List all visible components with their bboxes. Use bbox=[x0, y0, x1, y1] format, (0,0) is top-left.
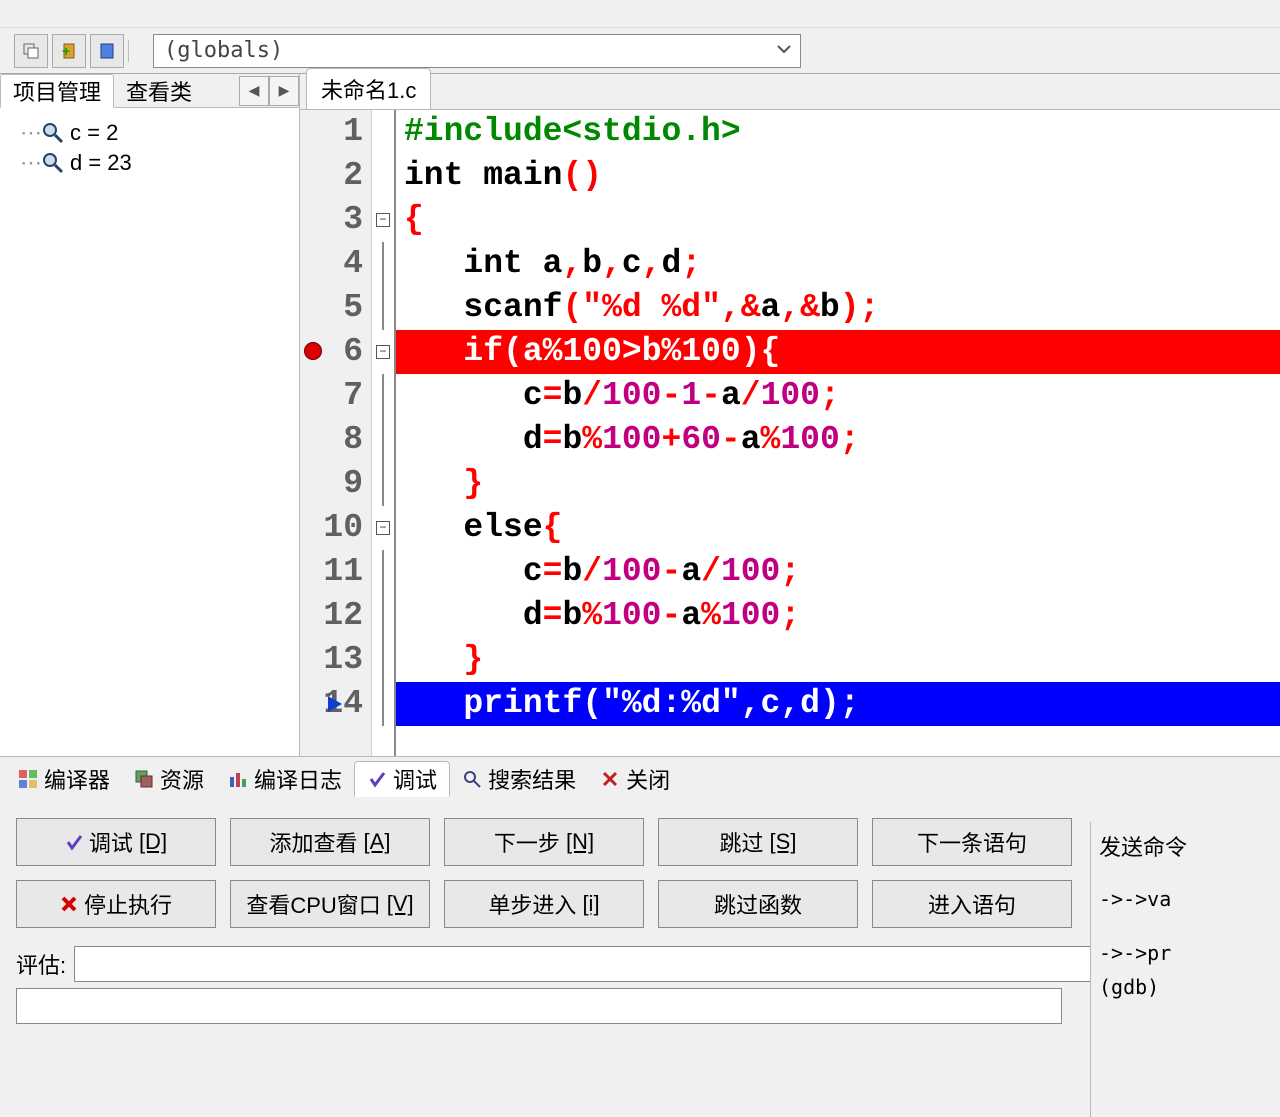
toolbar-button-2[interactable]: + bbox=[52, 34, 86, 68]
code-line[interactable]: int a,b,c,d; bbox=[396, 242, 1280, 286]
tab-resources[interactable]: 资源 bbox=[122, 761, 216, 797]
code-line[interactable]: if(a%100>b%100){ bbox=[396, 330, 1280, 374]
gdb-panel-title: 发送命令 bbox=[1099, 830, 1280, 862]
code-line[interactable]: } bbox=[396, 462, 1280, 506]
step-over-button[interactable]: 跳过[S] bbox=[658, 818, 858, 866]
tab-project-management[interactable]: 项目管理 bbox=[0, 74, 114, 108]
code-editor[interactable]: 1234567891011121314 − − − #include<stdio.h… bbox=[300, 110, 1280, 756]
tab-class-view[interactable]: 查看类 bbox=[114, 74, 204, 108]
debug-panel: 调试[D] 添加查看[A] 下一步[N] 跳过[S] 下一条语句 停止执行 查看… bbox=[0, 800, 1280, 936]
code-line[interactable]: { bbox=[396, 198, 1280, 242]
editor-region: 未命名1.c 1234567891011121314 − − − #include<… bbox=[300, 74, 1280, 756]
fold-toggle[interactable]: − bbox=[376, 521, 390, 535]
sidebar-tabs: 项目管理 查看类 ◀ ▶ bbox=[0, 74, 299, 108]
tab-compile-log[interactable]: 编译日志 bbox=[216, 761, 354, 797]
code-line[interactable]: } bbox=[396, 638, 1280, 682]
breakpoint-icon[interactable] bbox=[304, 342, 322, 360]
chevron-down-icon bbox=[776, 41, 792, 57]
fold-column[interactable]: − − − bbox=[372, 110, 396, 756]
code-lines[interactable]: #include<stdio.h>int main(){ int a,b,c,d… bbox=[396, 110, 1280, 756]
code-line[interactable]: c=b/100-a/100; bbox=[396, 550, 1280, 594]
code-line[interactable]: #include<stdio.h> bbox=[396, 110, 1280, 154]
next-statement-button[interactable]: 下一条语句 bbox=[872, 818, 1072, 866]
code-line[interactable]: else{ bbox=[396, 506, 1280, 550]
bottom-tab-bar: 编译器 资源 编译日志 调试 搜索结果 关闭 bbox=[0, 756, 1280, 800]
fold-toggle[interactable]: − bbox=[376, 345, 390, 359]
stop-button[interactable]: 停止执行 bbox=[16, 880, 216, 928]
file-tab-bar: 未命名1.c bbox=[300, 74, 1280, 110]
code-line[interactable]: int main() bbox=[396, 154, 1280, 198]
gdb-command-panel: 发送命令 ->->va ->->pr (gdb) bbox=[1090, 822, 1280, 1117]
line-number-gutter[interactable]: 1234567891011121314 bbox=[300, 110, 372, 756]
code-line[interactable]: c=b/100-1-a/100; bbox=[396, 374, 1280, 418]
watch-item[interactable]: ⋯c = 2 bbox=[20, 118, 299, 148]
step-into-button[interactable]: 单步进入[i] bbox=[444, 880, 644, 928]
into-statement-button[interactable]: 进入语句 bbox=[872, 880, 1072, 928]
gdb-log-line: ->->pr bbox=[1099, 936, 1280, 970]
evaluate-label: 评估: bbox=[16, 948, 66, 980]
toolbar-separator bbox=[128, 40, 129, 62]
evaluate-result-box[interactable] bbox=[16, 988, 1062, 1024]
sidebar: 项目管理 查看类 ◀ ▶ ⋯c = 2⋯d = 23 bbox=[0, 74, 300, 756]
evaluate-row: 评估: bbox=[0, 936, 1280, 988]
scope-text: (globals) bbox=[164, 38, 283, 63]
nav-left-button[interactable]: ◀ bbox=[239, 76, 269, 106]
tab-close[interactable]: 关闭 bbox=[588, 761, 682, 797]
evaluate-input[interactable] bbox=[74, 946, 1264, 982]
tab-search-results[interactable]: 搜索结果 bbox=[450, 761, 588, 797]
code-line[interactable]: d=b%100-a%100; bbox=[396, 594, 1280, 638]
code-line[interactable]: printf("%d:%d",c,d); bbox=[396, 682, 1280, 726]
svg-text:+: + bbox=[62, 43, 70, 59]
next-step-button[interactable]: 下一步[N] bbox=[444, 818, 644, 866]
code-line[interactable]: d=b%100+60-a%100; bbox=[396, 418, 1280, 462]
watch-item[interactable]: ⋯d = 23 bbox=[20, 148, 299, 178]
code-line[interactable]: scanf("%d %d",&a,&b); bbox=[396, 286, 1280, 330]
scope-dropdown[interactable]: (globals) bbox=[153, 34, 801, 68]
watch-tree: ⋯c = 2⋯d = 23 bbox=[0, 108, 299, 178]
magnifier-icon bbox=[42, 152, 64, 174]
top-toolbar-fragment bbox=[0, 0, 1280, 28]
cpu-window-button[interactable]: 查看CPU窗口[V] bbox=[230, 880, 430, 928]
fold-toggle[interactable]: − bbox=[376, 213, 390, 227]
tab-compiler[interactable]: 编译器 bbox=[6, 761, 122, 797]
add-watch-button[interactable]: 添加查看[A] bbox=[230, 818, 430, 866]
step-over-function-button[interactable]: 跳过函数 bbox=[658, 880, 858, 928]
toolbar-button-3[interactable] bbox=[90, 34, 124, 68]
secondary-toolbar: + (globals) bbox=[0, 28, 1280, 74]
toolbar-button-1[interactable] bbox=[14, 34, 48, 68]
magnifier-icon bbox=[42, 122, 64, 144]
current-line-arrow-icon bbox=[328, 696, 342, 712]
gdb-log-line: ->->va bbox=[1099, 882, 1280, 916]
tab-debug[interactable]: 调试 bbox=[354, 761, 450, 797]
gdb-log-line: (gdb) bbox=[1099, 970, 1280, 1004]
file-tab[interactable]: 未命名1.c bbox=[306, 68, 431, 109]
nav-right-button[interactable]: ▶ bbox=[269, 76, 299, 106]
debug-button[interactable]: 调试[D] bbox=[16, 818, 216, 866]
